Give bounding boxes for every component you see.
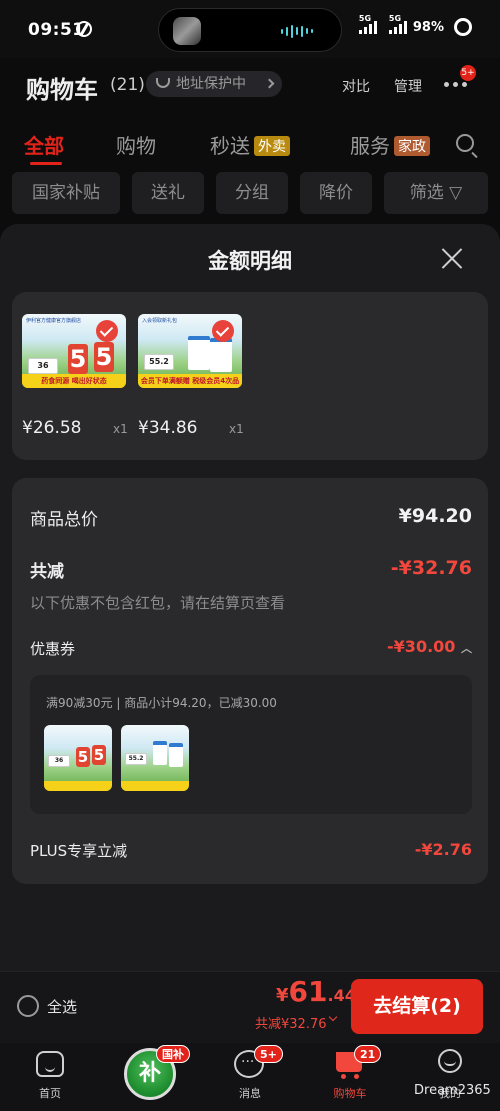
tab-service-label: 服务 xyxy=(350,134,390,158)
shield-icon xyxy=(156,78,170,88)
globe-icon xyxy=(76,21,92,37)
coupon-detail-text: 满90减30元 | 商品小计94.20，已减30.00 xyxy=(46,696,277,710)
coupon-product-thumb: 55.2 xyxy=(121,725,189,791)
reduction-value: -¥32.76 xyxy=(390,557,472,579)
coupon-product-thumb: 36 5 5 xyxy=(44,725,112,791)
tab-flash-label: 秒送 xyxy=(210,134,250,158)
dynamic-island-media[interactable] xyxy=(158,8,342,52)
nav-me[interactable]: 我的 xyxy=(400,1043,500,1111)
tab-service[interactable]: 服务 家政 xyxy=(350,130,430,159)
search-icon[interactable] xyxy=(456,134,474,152)
product-qty: x1 xyxy=(229,422,244,436)
chevron-up-icon: ︿ xyxy=(461,642,472,655)
battery-icon xyxy=(454,18,472,36)
manage-button[interactable]: 管理 xyxy=(394,76,422,96)
sheet-title: 金额明细 xyxy=(208,249,292,273)
tab-flash[interactable]: 秒送 外卖 xyxy=(210,130,290,159)
filter-national-subsidy[interactable]: 国家补贴 xyxy=(12,172,120,214)
total-price-label: 商品总价 xyxy=(30,510,98,530)
more-badge: 5+ xyxy=(460,65,476,81)
cart-badge: 21 xyxy=(354,1045,382,1063)
messages-badge: 5+ xyxy=(254,1045,283,1063)
total-amount: ¥61.44 xyxy=(276,975,356,1008)
total-price-value: ¥94.20 xyxy=(398,505,472,527)
filter-price-drop[interactable]: 降价 xyxy=(300,172,372,214)
tab-shopping[interactable]: 购物 xyxy=(116,130,156,159)
checkout-button[interactable]: 去结算(2) xyxy=(351,979,483,1034)
select-all-radio[interactable] xyxy=(17,995,39,1017)
profile-icon xyxy=(436,1049,464,1079)
category-tabs: 全部 购物 秒送 外卖 服务 家政 xyxy=(0,130,500,165)
selected-check-icon xyxy=(96,320,118,342)
chevron-right-icon xyxy=(264,78,275,89)
filter-more-label: 筛选 xyxy=(409,183,444,203)
nav-home-label: 首页 xyxy=(39,1087,61,1100)
page-title: 购物车 xyxy=(26,76,98,104)
housekeeping-tag: 家政 xyxy=(394,135,430,156)
plus-discount-value: -¥2.76 xyxy=(414,840,472,859)
status-icons: 5G 5G 98% xyxy=(358,14,472,36)
savings-summary[interactable]: 共减¥32.76 xyxy=(255,1013,327,1032)
nav-messages[interactable]: 5+ 消息 xyxy=(200,1043,300,1111)
coupon-value: -¥30.00 xyxy=(387,637,456,656)
close-icon[interactable] xyxy=(440,246,464,270)
address-protection-label: 地址保护中 xyxy=(176,76,246,92)
status-bar: 09:51 5G 5G 98% xyxy=(0,0,500,58)
product-qty: x1 xyxy=(113,422,128,436)
bottom-nav: 首页 补 国补 5+ 消息 21 购物车 我的 xyxy=(0,1043,500,1111)
nav-messages-label: 消息 xyxy=(239,1087,261,1100)
nav-home[interactable]: 首页 xyxy=(0,1043,100,1111)
signal-icon: 5G xyxy=(358,14,377,34)
filter-gift[interactable]: 送礼 xyxy=(132,172,204,214)
reduction-label: 共减 xyxy=(30,562,64,582)
media-thumbnail xyxy=(173,17,201,45)
takeout-tag: 外卖 xyxy=(254,135,290,156)
cart-count: (21) xyxy=(110,75,145,95)
discount-note: 以下优惠不包含红包，请在结算页查看 xyxy=(30,594,286,612)
filter-funnel-icon: ▽ xyxy=(449,183,463,203)
product-price: ¥26.58 xyxy=(22,418,82,438)
plus-discount-label: PLUS专享立减 xyxy=(30,842,128,860)
coupon-label: 优惠券 xyxy=(30,640,76,658)
more-menu-icon[interactable] xyxy=(444,82,467,87)
product-price: ¥34.86 xyxy=(138,418,198,438)
nav-cart[interactable]: 21 购物车 xyxy=(300,1043,400,1111)
active-tab-indicator xyxy=(30,162,62,165)
filter-group[interactable]: 分组 xyxy=(216,172,288,214)
home-icon xyxy=(36,1051,64,1077)
selected-check-icon xyxy=(212,320,234,342)
watermark: Dream2365 xyxy=(414,1083,491,1098)
address-protection-pill[interactable]: 地址保护中 xyxy=(146,71,282,97)
filter-more[interactable]: 筛选 ▽ xyxy=(384,172,488,214)
nav-cart-label: 购物车 xyxy=(333,1087,367,1100)
coupon-toggle[interactable]: -¥30.00 ︿ xyxy=(387,637,472,656)
battery-percent: 98% xyxy=(412,19,444,35)
nav-subsidy[interactable]: 补 国补 xyxy=(100,1043,200,1111)
audio-wave-icon xyxy=(281,24,313,38)
compare-button[interactable]: 对比 xyxy=(342,76,370,96)
tab-all[interactable]: 全部 xyxy=(24,130,64,159)
select-all-label[interactable]: 全选 xyxy=(47,996,77,1017)
signal-icon: 5G xyxy=(388,14,407,34)
subsidy-badge: 国补 xyxy=(156,1045,190,1063)
